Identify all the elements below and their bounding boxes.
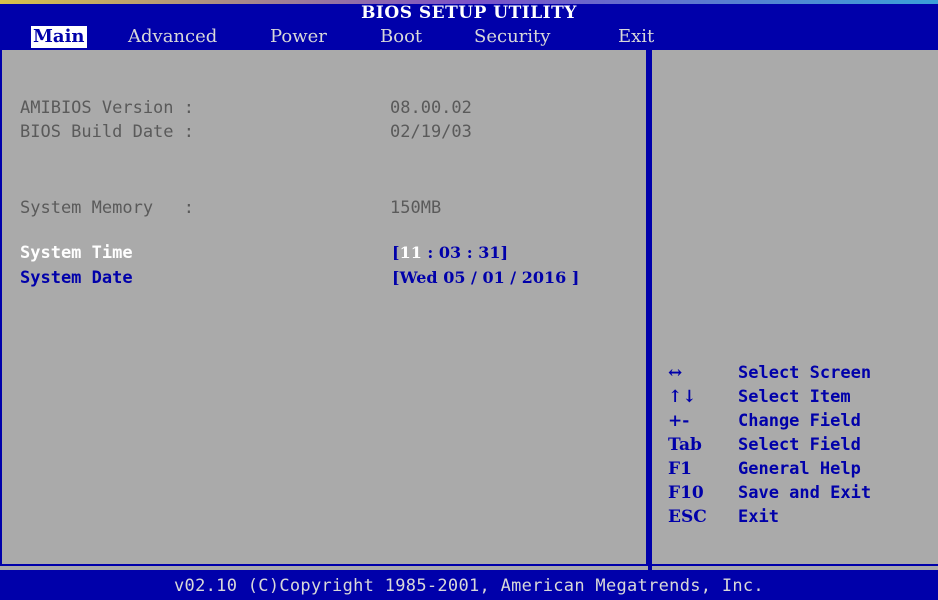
menu-power[interactable]: Power [270, 26, 327, 48]
time-minute[interactable]: 03 [439, 243, 461, 262]
menu-security[interactable]: Security [474, 26, 550, 48]
amibios-version-label: AMIBIOS Version : [20, 98, 194, 118]
help-desc-general-help: General Help [738, 459, 861, 479]
help-desc-save-and-exit: Save and Exit [738, 483, 872, 503]
help-key-plus-minus: +- [668, 411, 690, 431]
copyright-text: v02.10 (C)Copyright 1985-2001, American … [174, 576, 764, 596]
help-key-f1: F1 [668, 459, 692, 479]
help-desc-select-item: Select Item [738, 387, 851, 407]
date-month[interactable]: 05 [443, 268, 465, 287]
time-hour[interactable]: 11 [400, 243, 422, 262]
help-desc-change-field: Change Field [738, 411, 861, 431]
help-key-arrows-ud: ↑↓ [668, 387, 697, 407]
system-memory-label: System Memory : [20, 198, 194, 218]
system-time-field[interactable]: [11 : 03 : 31] [392, 243, 508, 262]
system-time-label[interactable]: System Time [20, 243, 133, 263]
help-desc-select-field: Select Field [738, 435, 861, 455]
bios-build-date-value: 02/19/03 [390, 122, 472, 142]
bios-build-date-label: BIOS Build Date : [20, 122, 194, 142]
menu-main[interactable]: Main [31, 26, 87, 48]
date-day[interactable]: 01 [482, 268, 504, 287]
help-key-arrows-lr: ↔ [668, 363, 683, 383]
help-key-f10: F10 [668, 483, 704, 503]
time-second[interactable]: 31 [478, 243, 500, 262]
system-date-label[interactable]: System Date [20, 268, 133, 288]
menu-exit[interactable]: Exit [618, 26, 654, 48]
help-key-tab: Tab [668, 435, 702, 455]
main-panel: AMIBIOS Version : 08.00.02 BIOS Build Da… [0, 48, 938, 570]
menu-advanced[interactable]: Advanced [128, 26, 217, 48]
system-memory-value: 150MB [390, 198, 442, 218]
header-bar: BIOS SETUP UTILITY Main Advanced Power B… [0, 4, 938, 48]
help-desc-exit: Exit [738, 507, 779, 527]
menu-boot[interactable]: Boot [380, 26, 422, 48]
app-title: BIOS SETUP UTILITY [361, 3, 577, 23]
help-key-esc: ESC [668, 507, 707, 527]
system-date-field[interactable]: [Wed 05 / 01 / 2016 ] [392, 268, 579, 287]
amibios-version-value: 08.00.02 [390, 98, 472, 118]
date-day-name: Wed [399, 268, 438, 287]
help-desc-select-screen: Select Screen [738, 363, 872, 383]
footer-bar: v02.10 (C)Copyright 1985-2001, American … [0, 570, 938, 600]
date-year[interactable]: 2016 [522, 268, 567, 287]
